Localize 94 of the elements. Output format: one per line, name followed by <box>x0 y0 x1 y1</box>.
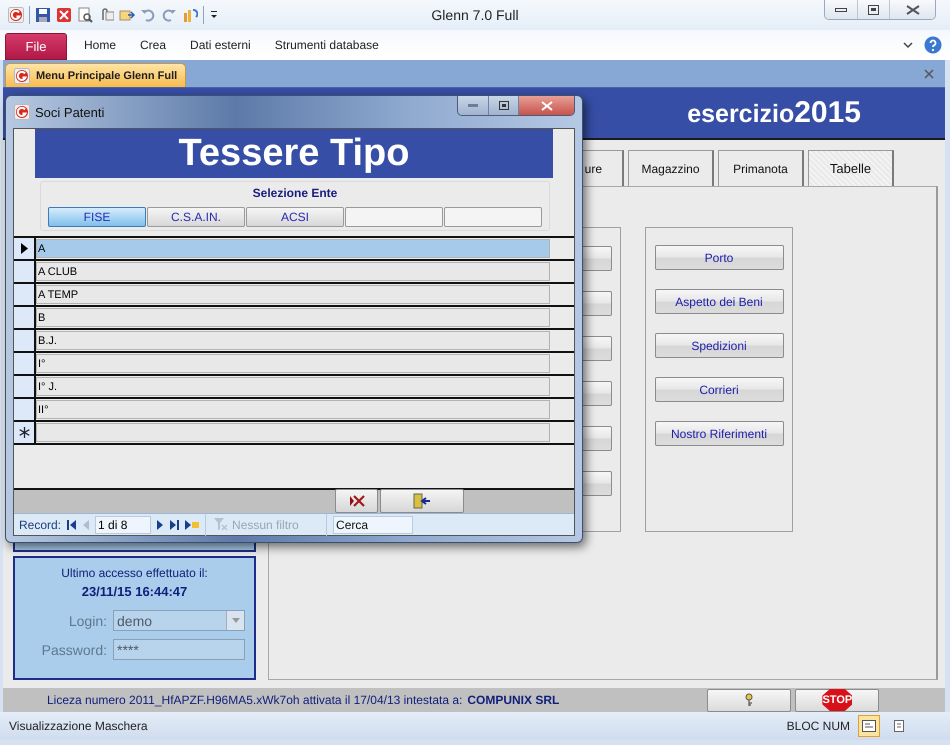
stop-button[interactable]: STOP <box>795 688 880 712</box>
print-preview-icon[interactable] <box>77 7 93 23</box>
close-icon[interactable] <box>56 7 72 23</box>
table-cell[interactable]: A <box>36 239 550 258</box>
fiscal-year: esercizio2015 <box>687 96 861 130</box>
record-selector[interactable] <box>14 238 36 259</box>
form-tab[interactable]: Tabelle <box>808 150 894 186</box>
entity-button[interactable]: ACSI <box>246 207 344 227</box>
entity-button[interactable] <box>444 207 542 227</box>
entity-group-label: Selezione Ente <box>252 186 338 200</box>
menu-button[interactable]: Aspetto dei Beni <box>654 289 784 314</box>
exit-door-icon <box>413 493 431 509</box>
menu-button[interactable]: Corrieri <box>654 377 784 402</box>
form-view-icon <box>862 720 876 732</box>
license-company: COMPUNIX SRL <box>467 693 560 707</box>
chevron-icon[interactable] <box>902 40 914 50</box>
table-cell[interactable]: I° <box>36 354 550 373</box>
close-icon <box>540 100 552 110</box>
table-cell[interactable]: A TEMP <box>36 285 550 304</box>
record-position-field[interactable]: 1 di 8 <box>95 516 152 534</box>
search-field[interactable]: Cerca <box>333 516 414 534</box>
num-lock-indicator: BLOC NUM <box>786 719 850 733</box>
close-button[interactable] <box>889 0 935 19</box>
ribbon-tab[interactable]: Home <box>72 38 128 52</box>
record-selector[interactable] <box>14 353 36 374</box>
new-record-button[interactable] <box>185 520 200 530</box>
table-cell[interactable]: B <box>36 308 550 327</box>
form-view-button[interactable] <box>858 715 880 737</box>
record-selector[interactable] <box>14 422 36 443</box>
form-tab[interactable]: Primanota <box>718 150 804 186</box>
record-selector[interactable] <box>14 330 36 351</box>
form-icon <box>14 68 30 84</box>
help-icon[interactable] <box>924 36 942 54</box>
login-label: Login: <box>68 612 107 628</box>
last-access-value: 23/11/15 16:44:47 <box>82 584 188 599</box>
minimize-icon <box>468 104 478 108</box>
minimize-icon <box>835 8 847 12</box>
document-tab-label: Menu Principale Glenn Full <box>36 70 178 82</box>
save-icon[interactable] <box>35 7 51 23</box>
menu-button[interactable]: Spedizioni <box>654 333 784 358</box>
window-title: Glenn 7.0 Full <box>431 7 519 23</box>
record-label: Record: <box>19 518 62 532</box>
password-label: Password: <box>40 642 107 658</box>
close-button[interactable] <box>518 96 574 115</box>
last-record-button[interactable] <box>170 520 180 530</box>
current-record-icon <box>20 243 28 254</box>
restore-button[interactable] <box>857 0 889 19</box>
restore-button[interactable] <box>488 96 518 115</box>
document-tab[interactable]: Menu Principale Glenn Full <box>5 63 186 87</box>
new-record-icon <box>18 427 30 438</box>
design-view-icon <box>892 719 906 733</box>
next-record-button[interactable] <box>157 520 164 530</box>
key-icon <box>745 693 754 707</box>
restore-icon <box>498 101 508 110</box>
close-icon <box>906 4 920 14</box>
ribbon-tab[interactable]: Strumenti database <box>262 38 391 52</box>
restore-icon <box>868 4 879 14</box>
dialog-heading: Tessere Tipo <box>178 132 410 175</box>
undo-icon[interactable] <box>140 7 156 23</box>
close-icon[interactable] <box>923 68 935 80</box>
record-selector[interactable] <box>14 307 36 328</box>
new-record-cell[interactable] <box>36 423 550 442</box>
table-cell[interactable]: II° <box>36 400 550 419</box>
menu-button[interactable]: Porto <box>654 245 784 270</box>
table-cell[interactable]: B.J. <box>36 331 550 350</box>
key-button[interactable] <box>707 688 792 712</box>
file-menu-button[interactable]: File <box>5 32 67 60</box>
entity-button[interactable]: FISE <box>48 207 146 227</box>
record-selector[interactable] <box>14 284 36 305</box>
dialog-logo-icon <box>14 104 30 120</box>
filter-icon <box>214 518 228 531</box>
dialog-title: Soci Patenti <box>35 104 104 120</box>
form-tab[interactable]: Magazzino <box>628 150 714 186</box>
chart-refresh-icon[interactable] <box>182 7 198 23</box>
table-cell[interactable]: A CLUB <box>36 262 550 281</box>
record-selector[interactable] <box>14 376 36 397</box>
table-cell[interactable]: I° J. <box>36 377 550 396</box>
record-selector[interactable] <box>14 261 36 282</box>
record-selector[interactable] <box>14 399 36 420</box>
entity-button[interactable]: C.S.A.IN. <box>147 207 245 227</box>
dropdown-arrow-icon <box>232 618 240 623</box>
menu-button[interactable]: Nostro Riferimenti <box>654 421 784 446</box>
first-record-button[interactable] <box>67 520 76 530</box>
delete-button[interactable] <box>335 489 378 513</box>
license-text: Liceza numero 2011_HfAPZF.H96MA5.xWk7oh attivata il 17/04/13 intestata a: <box>47 693 462 707</box>
redo-icon[interactable] <box>161 7 177 23</box>
exit-button[interactable] <box>380 489 464 513</box>
ribbon-tab[interactable]: Dati esterni <box>178 38 263 52</box>
entity-button[interactable] <box>345 207 443 227</box>
last-access-label: Ultimo accesso effettuato il: <box>61 566 208 580</box>
status-text: Visualizzazione Maschera <box>9 719 148 733</box>
app-logo-icon <box>8 7 24 23</box>
delete-record-icon <box>348 494 364 508</box>
ribbon-tab[interactable]: Crea <box>128 38 178 52</box>
